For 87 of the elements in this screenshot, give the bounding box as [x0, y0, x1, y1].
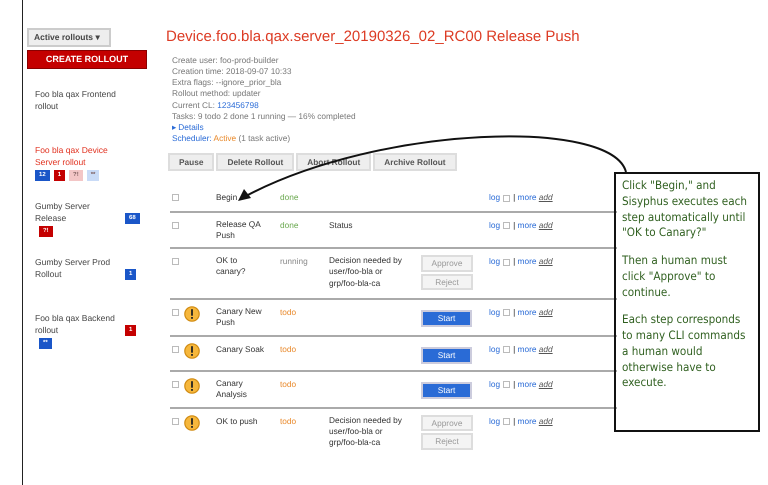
- step-checkbox[interactable]: [172, 194, 179, 202]
- log-link[interactable]: log: [489, 416, 500, 426]
- action-button[interactable]: Pause: [168, 152, 214, 172]
- rollout-link[interactable]: Foo bla qax Device Server rollout: [35, 145, 121, 168]
- start-button[interactable]: Start: [421, 382, 472, 400]
- more-link[interactable]: more: [518, 192, 536, 202]
- callout-text: Then a human must click "Approve" to continue.: [622, 253, 728, 300]
- rollout-link[interactable]: Gumby Server Release: [35, 201, 121, 224]
- details-toggle[interactable]: ▸ Details: [172, 122, 204, 132]
- log-link[interactable]: log: [489, 220, 500, 230]
- rollout-link[interactable]: Foo bla qax Frontend rollout: [35, 89, 121, 112]
- separator: |: [513, 220, 516, 230]
- add-link[interactable]: add: [538, 256, 553, 266]
- more-link[interactable]: more: [518, 379, 536, 390]
- add-link[interactable]: add: [538, 344, 553, 354]
- log-link[interactable]: log: [489, 307, 500, 318]
- step-status: todo: [280, 379, 296, 390]
- step-name: OK to canary?: [216, 255, 247, 278]
- more-link[interactable]: more: [518, 307, 536, 318]
- rollout-link[interactable]: Gumby Server Prod Rollout: [35, 257, 121, 280]
- rollout-title: Device.foo.bla.qax.server_20190326_02_RC00 Release Push: [166, 27, 581, 47]
- info-line: Tasks: 9 todo 2 done 1 running — 16% completed: [172, 110, 356, 121]
- info-line: Extra flags: --ignore_prior_bla: [172, 77, 282, 88]
- step-status: todo: [280, 416, 296, 426]
- log-link[interactable]: log: [489, 344, 500, 354]
- step-status: todo: [280, 344, 296, 354]
- step-description: Status: [329, 220, 353, 231]
- start-button[interactable]: Start: [421, 346, 472, 364]
- action-button[interactable]: Archive Rollout: [373, 152, 457, 172]
- cl-link[interactable]: 123456798: [217, 100, 259, 110]
- step-name: Canary Soak: [216, 344, 264, 355]
- step-name: Release QA Push: [216, 218, 262, 241]
- more-link[interactable]: more: [518, 344, 536, 354]
- add-link[interactable]: add: [538, 379, 553, 390]
- separator: |: [513, 256, 516, 266]
- step-description: Decision needed by user/foo-bla or grp/foo-bla-ca: [329, 414, 403, 448]
- log-checkbox[interactable]: [503, 381, 510, 388]
- add-link[interactable]: add: [538, 220, 553, 230]
- separator: |: [513, 344, 516, 354]
- rollouts-dropdown[interactable]: Active rollouts ▾: [27, 28, 111, 47]
- log-checkbox[interactable]: [503, 418, 510, 425]
- step-status: done: [280, 220, 298, 230]
- step-name: Canary New Push: [216, 306, 263, 328]
- step-name: Begin: [216, 192, 238, 204]
- add-link[interactable]: add: [538, 307, 553, 318]
- info-line: Creation time: 2018-09-07 10:33: [172, 66, 292, 76]
- step-checkbox[interactable]: [172, 418, 179, 425]
- scheduler-note: (1 task active): [238, 133, 290, 144]
- log-checkbox[interactable]: [503, 222, 510, 229]
- add-link[interactable]: add: [538, 416, 553, 426]
- more-link[interactable]: more: [518, 416, 536, 426]
- step-name: Canary Analysis: [216, 378, 248, 400]
- log-checkbox[interactable]: [503, 309, 510, 316]
- step-checkbox[interactable]: [172, 309, 179, 316]
- separator: |: [513, 416, 516, 426]
- more-link[interactable]: more: [518, 220, 536, 230]
- log-link[interactable]: log: [489, 256, 500, 266]
- start-button[interactable]: Start: [421, 310, 472, 328]
- step-name: OK to push: [216, 416, 258, 427]
- log-link[interactable]: log: [489, 192, 500, 202]
- step-checkbox[interactable]: [172, 258, 179, 266]
- separator: |: [513, 192, 516, 202]
- step-status: todo: [280, 307, 296, 318]
- scheduler-link[interactable]: Scheduler:: [172, 133, 212, 144]
- more-link[interactable]: more: [518, 256, 536, 266]
- step-checkbox[interactable]: [172, 381, 179, 388]
- create-rollout-button[interactable]: CREATE ROLLOUT: [27, 50, 147, 70]
- separator: |: [513, 307, 516, 318]
- step-status: done: [280, 192, 298, 202]
- callout-text: Click "Begin," and Sisyphus executes each step automatically until "OK to Canary?": [622, 178, 748, 242]
- rollout-link[interactable]: Foo bla qax Backend rollout: [35, 313, 121, 336]
- callout-text: Each step corresponds to many CLI commands a human would otherwise have to execute.: [622, 312, 746, 392]
- log-link[interactable]: log: [489, 379, 500, 390]
- log-checkbox[interactable]: [503, 258, 510, 266]
- add-link[interactable]: add: [538, 192, 553, 202]
- scheduler-state: Active: [214, 133, 236, 144]
- step-description: Decision needed by user/foo-bla or grp/foo-bla-ca: [329, 255, 403, 289]
- log-checkbox[interactable]: [503, 194, 510, 202]
- step-checkbox[interactable]: [172, 222, 179, 229]
- info-label: Current CL:: [172, 100, 215, 110]
- separator: |: [513, 379, 516, 390]
- step-status: running: [280, 256, 308, 266]
- action-button[interactable]: Delete Rollout: [216, 152, 294, 172]
- step-checkbox[interactable]: [172, 346, 179, 353]
- info-line: Rollout method: updater: [172, 88, 261, 98]
- info-line: Create user: foo-prod-builder: [172, 54, 279, 64]
- log-checkbox[interactable]: [503, 346, 510, 354]
